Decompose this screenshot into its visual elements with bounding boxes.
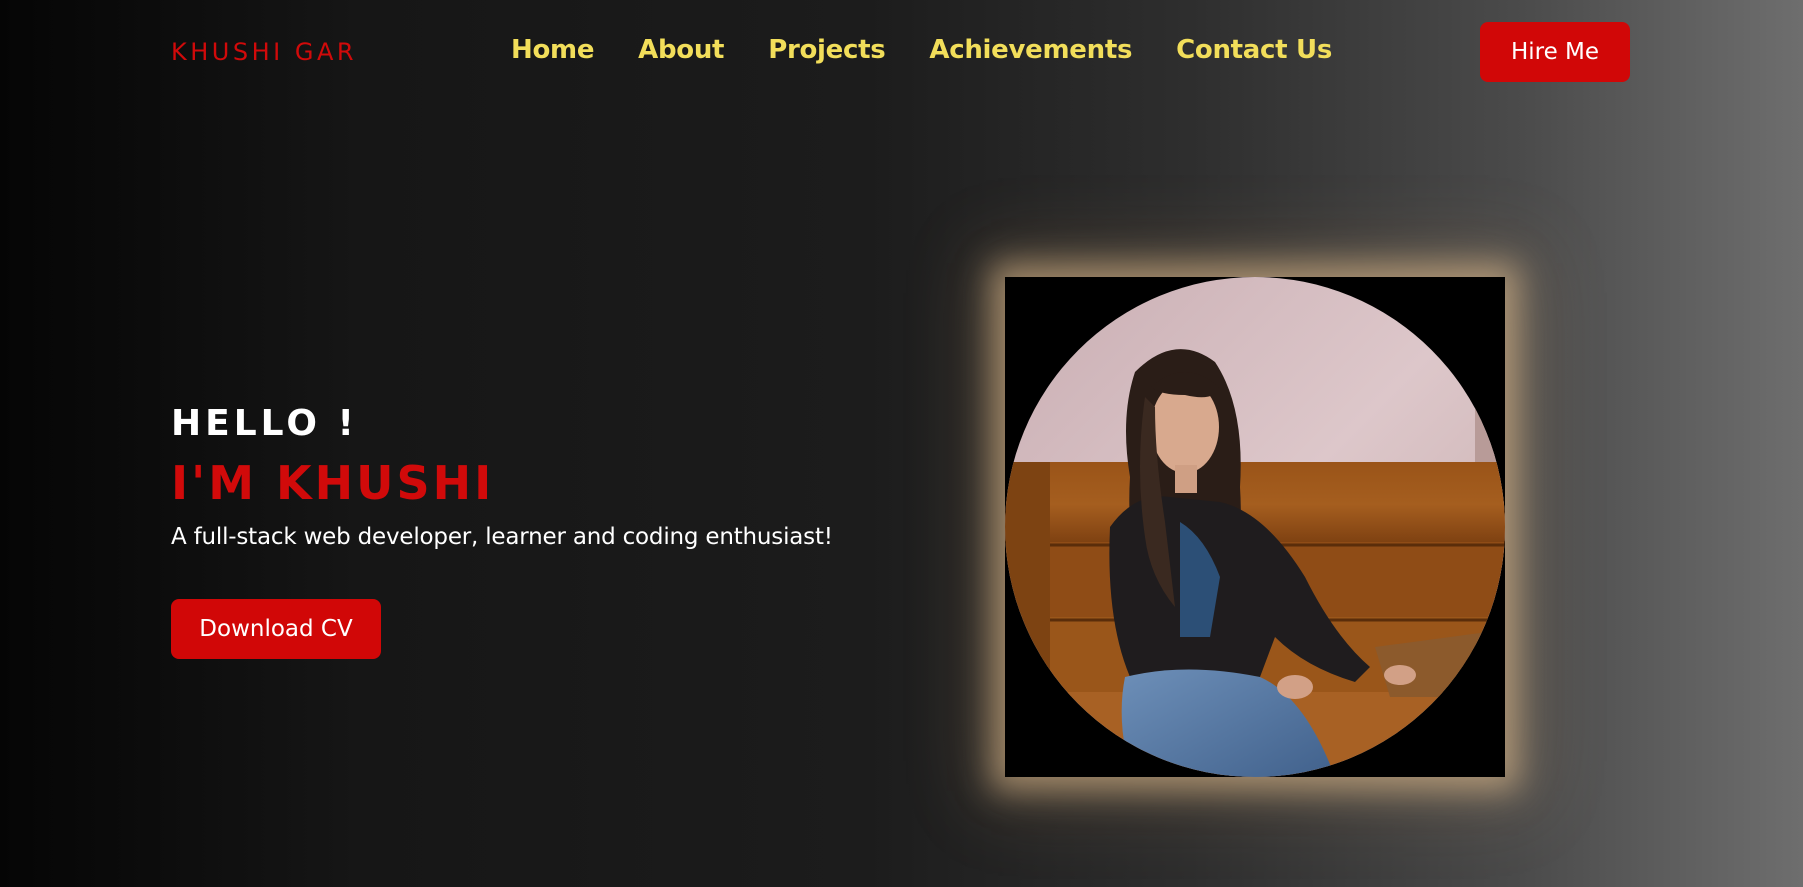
download-cv-button[interactable]: Download CV [171,599,381,659]
hire-me-button[interactable]: Hire Me [1480,22,1630,82]
page: KHUSHI GAR Home About Projects Achieveme… [0,0,1803,887]
nav-link-projects[interactable]: Projects [768,35,886,65]
nav-link-home[interactable]: Home [511,35,594,65]
profile-photo-illustration [1005,277,1505,777]
nav-link-achievements[interactable]: Achievements [929,35,1132,65]
profile-photo [1005,277,1505,777]
navbar: KHUSHI GAR Home About Projects Achieveme… [0,0,1803,106]
nav-link-contact-us[interactable]: Contact Us [1176,35,1332,65]
brand-logo[interactable]: KHUSHI GAR [171,38,357,66]
nav-link-about[interactable]: About [638,35,724,65]
nav-links: Home About Projects Achievements Contact… [511,35,1332,65]
hero-intro: HELLO ! I'M KHUSHI A full-stack web deve… [171,398,931,550]
hero-greeting: HELLO ! [171,403,358,444]
hero-tagline: A full-stack web developer, learner and … [171,524,833,550]
hero-name: I'M KHUSHI [171,456,495,510]
